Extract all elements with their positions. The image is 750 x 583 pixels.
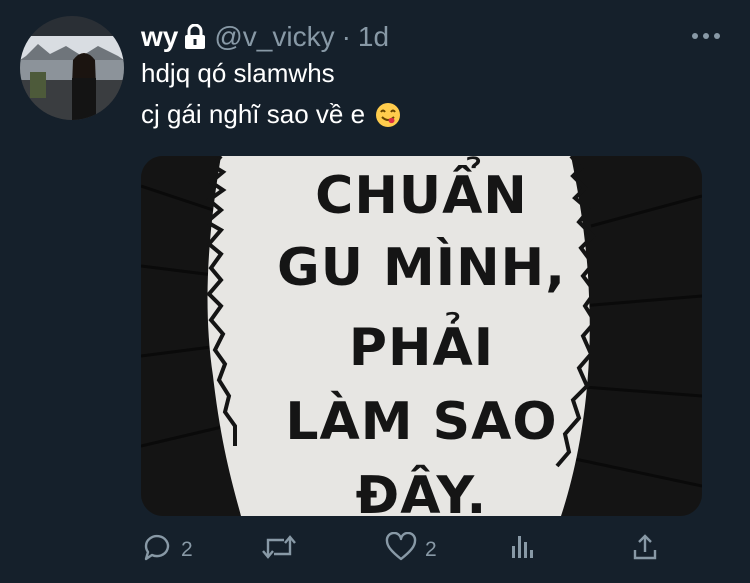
tweet-text-line-2: cj gái nghĩ sao về e: [141, 99, 401, 130]
timestamp[interactable]: 1d: [358, 21, 389, 53]
tweet-text-line: hdjq qó slamwhs: [141, 58, 335, 88]
tweet[interactable]: wy @v_vicky · 1d hdjq qó slamwhs cj gái …: [0, 0, 750, 583]
handle[interactable]: @v_vicky: [214, 21, 334, 53]
analytics-button[interactable]: [509, 530, 537, 570]
tweet-text: cj gái nghĩ sao về e: [141, 99, 366, 129]
tweet-header: wy @v_vicky · 1d: [141, 20, 389, 54]
media-text-line: CHUẨN: [315, 166, 528, 226]
display-name[interactable]: wy: [141, 21, 178, 53]
reply-icon: [141, 532, 173, 568]
media-text-line: PHẢI: [348, 318, 495, 378]
action-bar: 2 2: [141, 530, 661, 570]
separator: ·: [341, 21, 351, 52]
reply-button[interactable]: 2: [141, 530, 193, 570]
tweet-media-image[interactable]: CHUẨN GU MÌNH, PHẢI LÀM SAO ĐÂY.: [141, 156, 702, 516]
reply-count: 2: [181, 538, 193, 561]
face-savoring-food-icon: [375, 102, 401, 128]
share-icon: [631, 532, 659, 568]
media-text-line: ĐÂY.: [355, 466, 488, 516]
share-button[interactable]: [631, 530, 659, 570]
like-button[interactable]: 2: [385, 530, 437, 570]
retweet-icon: [261, 532, 297, 568]
lock-icon: [184, 24, 206, 50]
retweet-button[interactable]: [261, 530, 305, 570]
media-text-line: LÀM SAO: [285, 392, 558, 452]
more-options-icon[interactable]: [692, 24, 720, 48]
media-text-line: GU MÌNH,: [277, 238, 566, 298]
analytics-icon: [509, 532, 537, 568]
avatar[interactable]: [20, 16, 124, 120]
heart-icon: [385, 531, 417, 568]
like-count: 2: [425, 538, 437, 561]
